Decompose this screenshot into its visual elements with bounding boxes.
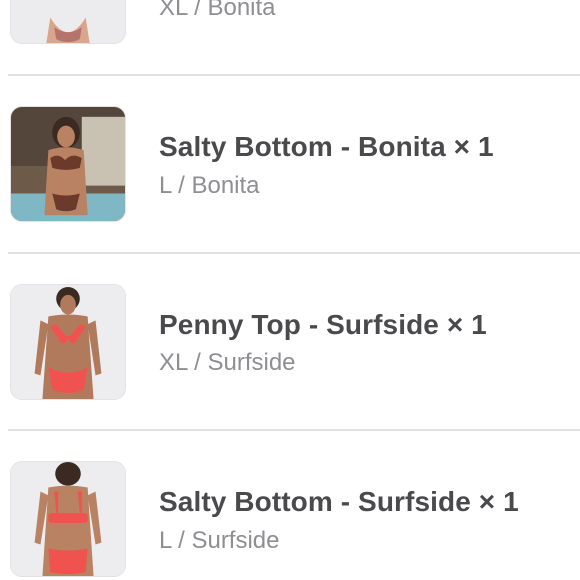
order-items-list: XL / Bonita Salty Bottom - Bonita × 1 L … [0,0,580,580]
item-title: Salty Bottom - Surfside × 1 [159,486,519,517]
divider [8,252,580,254]
product-thumbnail [10,0,126,44]
product-thumbnail [10,284,126,400]
variant-label: XL / Bonita [159,0,276,21]
variant-label: XL / Surfside [159,349,296,376]
product-photo-icon [11,107,125,221]
product-thumbnail [10,461,126,577]
variant-label: L / Bonita [159,172,260,199]
product-thumbnail [10,106,126,222]
product-photo-icon [11,462,125,576]
divider [8,74,580,76]
item-title: Penny Top - Surfside × 1 [159,309,487,340]
variant-label: L / Surfside [159,527,280,554]
product-photo-icon [11,285,125,399]
divider [8,429,580,431]
item-title: Salty Bottom - Bonita × 1 [159,131,494,162]
product-photo-icon [11,0,125,43]
